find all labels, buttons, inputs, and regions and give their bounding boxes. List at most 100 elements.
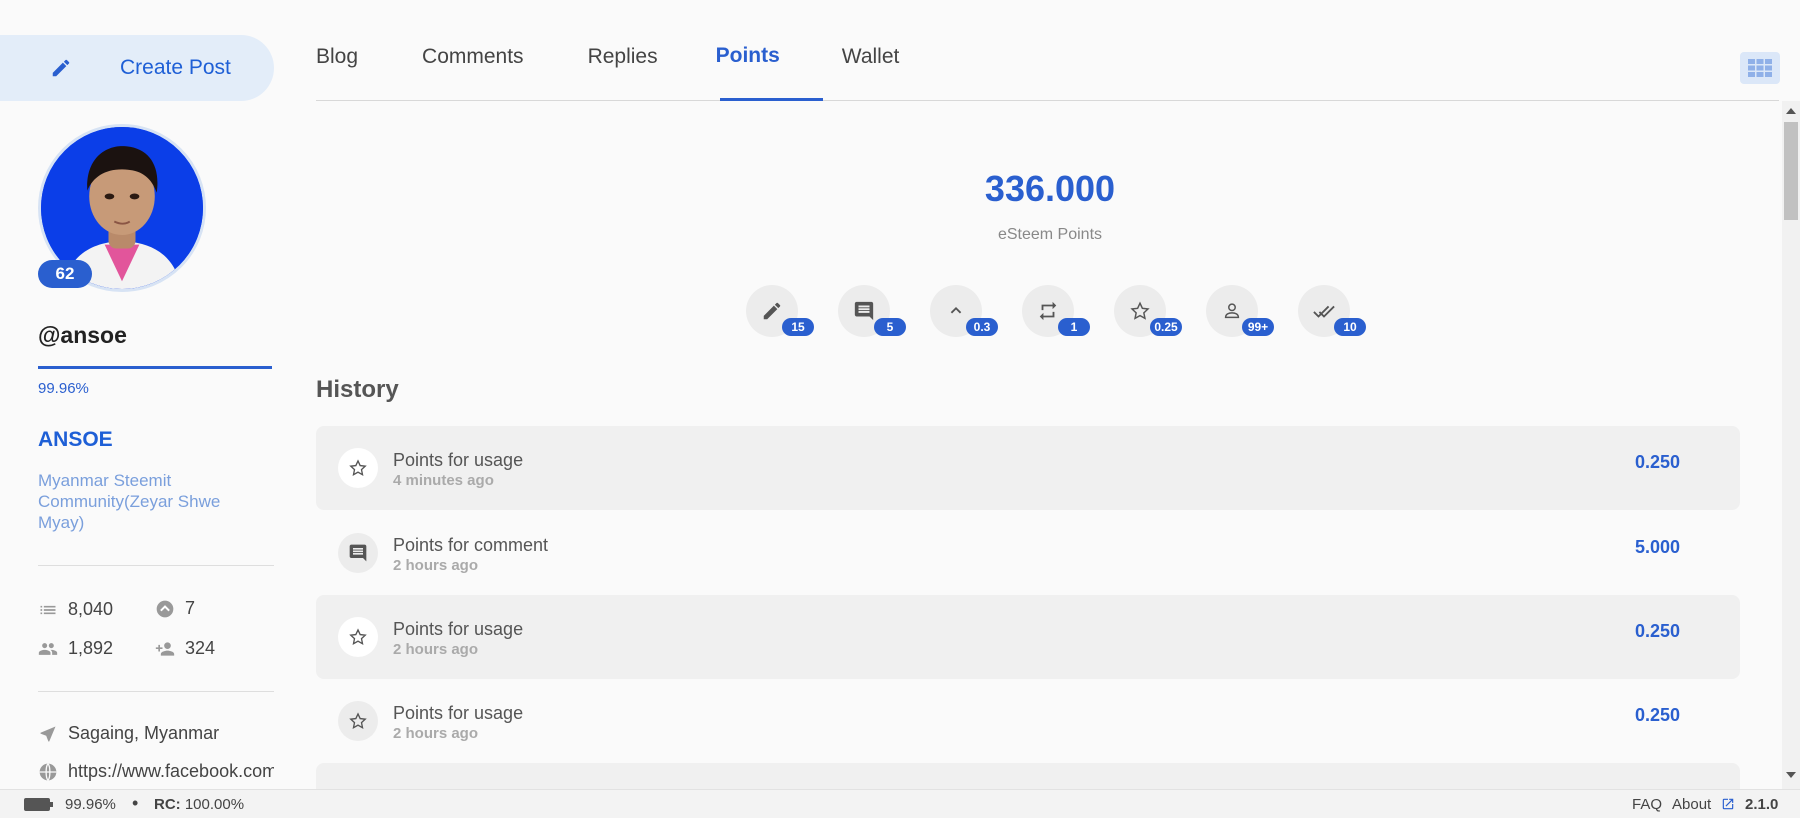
points-action-usage[interactable]: 0.25: [1114, 285, 1182, 337]
history-item-amount: 5.000: [1634, 537, 1680, 557]
website-link[interactable]: https://www.facebook.com/: [68, 761, 274, 782]
about-link[interactable]: About: [1672, 796, 1711, 813]
chevron-up-icon: [950, 306, 962, 314]
points-total: 336.000: [984, 168, 1116, 209]
status-footer: 99.96% • RC: 100.00% FAQ About 2.1.0: [0, 789, 1800, 818]
footer-voting-power: 99.96%: [65, 796, 116, 813]
history-item-amount: 0.250: [1634, 705, 1680, 725]
footer-separator: •: [132, 793, 139, 813]
points-label: eSteem Points: [997, 226, 1103, 243]
active-tab-indicator: [720, 98, 823, 101]
pencil-icon: [763, 302, 781, 320]
points-action-badge: 5: [874, 318, 906, 336]
username: @ansoe: [38, 322, 127, 348]
stat-following-value: 324: [185, 638, 216, 658]
display-name: ANSOE: [38, 428, 113, 451]
list-item-partial: [316, 763, 1740, 789]
list-icon: [40, 605, 56, 614]
create-post-button[interactable]: Create Post: [0, 35, 274, 101]
history-item-icon: [338, 533, 378, 573]
points-action-post[interactable]: 15: [746, 285, 814, 337]
star-icon: [349, 712, 367, 729]
person-add-icon: [155, 641, 175, 656]
location-arrow-icon: [40, 726, 56, 741]
history-item-amount: 0.250: [1634, 452, 1680, 472]
comment-icon: [349, 544, 367, 562]
history-item-time: 2 hours ago: [393, 725, 479, 742]
history-item-title: Points for comment: [393, 535, 549, 555]
voting-power-text: 99.96%: [38, 380, 89, 397]
points-action-comment[interactable]: 5: [838, 285, 906, 337]
points-action-badge: 99+: [1242, 318, 1274, 336]
footer-rc: RC: 100.00%: [154, 796, 244, 813]
stat-posts: 8,040: [38, 599, 113, 620]
scroll-up-arrow-icon[interactable]: [1785, 106, 1797, 116]
points-action-login[interactable]: 99+: [1206, 285, 1274, 337]
points-action-badge: 1: [1058, 318, 1090, 336]
people-icon: [38, 642, 58, 655]
history-item-title: Points for usage: [393, 703, 524, 723]
tab-divider: [316, 100, 1779, 101]
location-text: Sagaing, Myanmar: [68, 723, 220, 743]
history-item-title: Points for usage: [393, 450, 524, 470]
list-item: Points for usage 2 hours ago 0.250: [316, 679, 1740, 763]
history-item-icon: [338, 617, 378, 657]
star-icon: [1130, 301, 1150, 320]
comment-icon: [854, 301, 874, 321]
create-post-label: Create Post: [120, 56, 231, 79]
tab-wallet[interactable]: Wallet: [842, 45, 900, 69]
tab-blog[interactable]: Blog: [316, 45, 358, 69]
list-item: Points for comment 2 hours ago 5.000: [316, 511, 1740, 595]
external-link-icon[interactable]: [1721, 797, 1735, 811]
voting-power-fill: [38, 366, 272, 369]
stat-followers-value: 1,892: [68, 638, 114, 658]
points-action-badge: 0.3: [966, 318, 998, 336]
stat-followers: 1,892: [38, 638, 113, 659]
voting-power-bar: [38, 366, 272, 369]
divider: [38, 565, 274, 566]
stat-posts-value: 8,040: [68, 599, 114, 619]
tab-replies[interactable]: Replies: [588, 45, 658, 69]
stat-votes-value: 7: [185, 598, 196, 618]
profile-location: Sagaing, Myanmar: [38, 723, 274, 744]
star-icon: [349, 628, 367, 645]
battery-icon: [24, 798, 53, 811]
list-item: Points for usage 2 hours ago 0.250: [316, 595, 1740, 679]
scrollbar-thumb[interactable]: [1784, 122, 1798, 220]
person-icon: [1224, 303, 1240, 319]
grid-view-icon: [1748, 59, 1772, 77]
profile-tabs: Blog Comments Replies Points Wallet: [316, 44, 900, 69]
history-item-icon: [338, 448, 378, 488]
double-check-icon: [1313, 305, 1335, 318]
scroll-down-arrow-icon[interactable]: [1785, 770, 1797, 780]
tab-points[interactable]: Points: [716, 44, 780, 68]
points-action-checkin[interactable]: 10: [1298, 285, 1366, 337]
footer-rc-value: 100.00%: [184, 796, 245, 813]
points-action-reblog[interactable]: 1: [1022, 285, 1090, 337]
divider: [38, 691, 274, 692]
points-action-badge: 15: [782, 318, 814, 336]
stat-following: 324: [155, 638, 215, 659]
pencil-icon: [52, 59, 70, 77]
globe-icon: [39, 762, 57, 781]
faq-link[interactable]: FAQ: [1632, 796, 1662, 813]
points-action-badge: 0.25: [1150, 318, 1182, 336]
points-action-vote[interactable]: 0.3: [930, 285, 998, 337]
profile-about: Myanmar Steemit Community(Zeyar Shwe Mya…: [38, 471, 221, 532]
history-item-time: 2 hours ago: [393, 557, 479, 574]
profile-website[interactable]: https://www.facebook.com/: [38, 761, 274, 782]
list-item: Points for usage 4 minutes ago 0.250: [316, 426, 1740, 510]
history-item-time: 4 minutes ago: [393, 472, 494, 489]
view-toggle-button[interactable]: [1740, 52, 1780, 84]
repeat-icon: [1039, 301, 1057, 321]
upvote-circle-icon: [156, 600, 174, 617]
app-version: 2.1.0: [1745, 796, 1779, 813]
history-item-icon: [338, 701, 378, 741]
points-action-badge: 10: [1334, 318, 1366, 336]
tab-comments[interactable]: Comments: [422, 45, 524, 69]
footer-rc-label: RC:: [154, 796, 181, 813]
stat-votes: 7: [155, 598, 195, 619]
history-item-title: Points for usage: [393, 619, 524, 639]
history-item-time: 2 hours ago: [393, 641, 479, 658]
reputation-badge: 62: [38, 260, 92, 288]
